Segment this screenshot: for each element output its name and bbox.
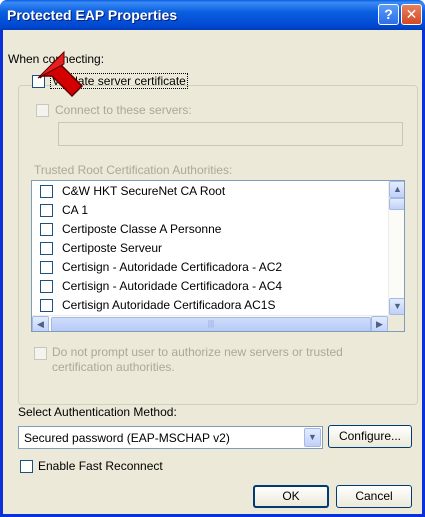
cancel-button[interactable]: Cancel	[336, 485, 412, 508]
ca-label: Certisign - Autoridade Certificadora - A…	[62, 279, 283, 293]
help-icon: ?	[384, 6, 393, 22]
ca-label: Certisign Autoridade Certificadora AC1S	[62, 298, 276, 312]
window-title: Protected EAP Properties	[7, 7, 178, 23]
list-item[interactable]: Certisign Autoridade Certificadora AC1S	[32, 296, 387, 315]
connect-servers-input[interactable]	[58, 122, 403, 146]
fast-reconnect-checkbox[interactable]	[20, 460, 33, 473]
trusted-root-label: Trusted Root Certification Authorities:	[34, 163, 233, 177]
list-item[interactable]: C&W HKT SecureNet CA Root	[32, 182, 387, 201]
auth-method-select[interactable]: Secured password (EAP-MSCHAP v2) ▼	[18, 426, 323, 449]
scroll-left-icon[interactable]: ◀	[32, 316, 49, 331]
list-item[interactable]: Certiposte Classe A Personne	[32, 220, 387, 239]
title-bar[interactable]: Protected EAP Properties ? ✕	[0, 0, 425, 30]
auth-method-label: Select Authentication Method:	[18, 405, 177, 419]
help-button[interactable]: ?	[378, 4, 399, 25]
scroll-thumb[interactable]	[389, 198, 404, 210]
ca-checkbox[interactable]	[40, 242, 53, 255]
close-button[interactable]: ✕	[401, 4, 422, 25]
do-not-prompt-label-line2: certification authorities.	[52, 360, 175, 374]
red-arrow-icon	[37, 50, 84, 98]
chevron-down-icon[interactable]: ▼	[304, 428, 321, 447]
vertical-scrollbar[interactable]: ▲ ▼	[388, 181, 404, 315]
ca-checkbox[interactable]	[40, 223, 53, 236]
ca-label: Certisign - Autoridade Certificadora - A…	[62, 260, 283, 274]
ok-label: OK	[282, 489, 300, 503]
ca-label: CA 1	[62, 203, 89, 217]
do-not-prompt-label-line1: Do not prompt user to authorize new serv…	[52, 345, 343, 359]
horizontal-scroll-thumb[interactable]: |||	[51, 317, 371, 331]
list-item[interactable]: Certisign - Autoridade Certificadora - A…	[32, 258, 387, 277]
ca-checkbox[interactable]	[40, 204, 53, 217]
horizontal-scrollbar[interactable]: ◀ ||| ▶	[32, 315, 388, 331]
ca-listbox[interactable]: C&W HKT SecureNet CA Root CA 1 Certipost…	[31, 180, 405, 332]
list-item[interactable]: Certiposte Serveur	[32, 239, 387, 258]
configure-label: Configure...	[338, 429, 402, 443]
ca-label: C&W HKT SecureNet CA Root	[62, 184, 226, 198]
ca-checkbox[interactable]	[40, 299, 53, 312]
ca-checkbox[interactable]	[40, 185, 53, 198]
fast-reconnect-label: Enable Fast Reconnect	[38, 459, 163, 473]
configure-button[interactable]: Configure...	[328, 425, 412, 448]
cancel-label: Cancel	[355, 489, 393, 503]
dialog-window: Protected EAP Properties ? ✕ When connec…	[0, 0, 425, 517]
auth-method-value: Secured password (EAP-MSCHAP v2)	[24, 431, 230, 445]
do-not-prompt-checkbox[interactable]	[34, 347, 47, 360]
close-icon: ✕	[405, 6, 418, 22]
scroll-down-icon[interactable]: ▼	[389, 298, 404, 315]
ok-button[interactable]: OK	[253, 485, 329, 508]
list-item[interactable]: Certisign - Autoridade Certificadora - A…	[32, 277, 387, 296]
scroll-up-icon[interactable]: ▲	[389, 181, 404, 198]
ca-label: Certiposte Classe A Personne	[62, 222, 222, 236]
scroll-right-icon[interactable]: ▶	[371, 316, 388, 331]
ca-checkbox[interactable]	[40, 280, 53, 293]
ca-label: Certiposte Serveur	[62, 241, 163, 255]
ca-checkbox[interactable]	[40, 261, 53, 274]
scroll-corner	[388, 315, 404, 331]
list-item[interactable]: CA 1	[32, 201, 387, 220]
